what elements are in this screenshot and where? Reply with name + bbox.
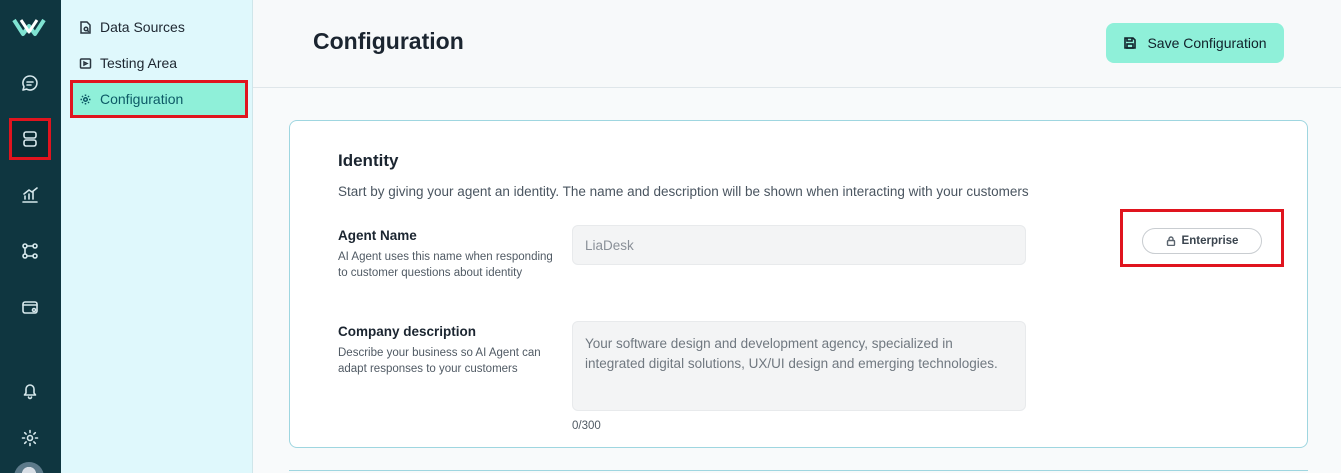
company-description-label: Company description: [338, 324, 477, 339]
badge-label: Enterprise: [1181, 235, 1239, 247]
bell-icon[interactable]: [12, 372, 48, 408]
sidebar-item-label: Configuration: [100, 91, 184, 107]
company-description-help: Describe your business so AI Agent can a…: [338, 347, 541, 375]
avatar[interactable]: [14, 462, 44, 473]
sub-sidebar: Data Sources Testing Area Configuration: [61, 0, 253, 473]
data-sources-icon: [80, 20, 91, 34]
lock-icon: [1166, 236, 1175, 246]
agent-name-label: Agent Name: [338, 228, 417, 243]
save-configuration-button[interactable]: Save Configuration: [1106, 23, 1284, 63]
enterprise-badge[interactable]: Enterprise: [1142, 228, 1262, 254]
section-title: Identity: [338, 151, 399, 170]
gear-icon[interactable]: [12, 420, 48, 456]
analytics-icon[interactable]: [12, 177, 48, 213]
wallet-icon[interactable]: [12, 289, 48, 325]
save-button-label: Save Configuration: [1147, 35, 1267, 51]
logo-icon[interactable]: [12, 12, 46, 42]
testing-area-icon: [79, 57, 92, 69]
company-description-textarea[interactable]: Your software design and development age…: [572, 321, 1026, 411]
sidebar-item-label: Testing Area: [100, 55, 178, 71]
database-icon[interactable]: [9, 118, 51, 160]
character-counter: 0/300: [572, 420, 601, 432]
sidebar-item-data-sources[interactable]: Data Sources: [73, 11, 245, 43]
agent-name-input[interactable]: [572, 225, 1026, 265]
agent-name-help: AI Agent uses this name when responding …: [338, 251, 553, 279]
save-icon: [1124, 37, 1137, 49]
gear-icon: [80, 94, 91, 104]
sidebar-item-label: Data Sources: [100, 19, 185, 35]
section-description: Start by giving your agent an identity. …: [338, 184, 1029, 199]
workflow-icon[interactable]: [12, 233, 48, 269]
sidebar-item-configuration[interactable]: Configuration: [70, 80, 248, 118]
highlight-frame: Enterprise: [1120, 209, 1284, 267]
identity-card: Identity Start by giving your agent an i…: [289, 120, 1308, 448]
chat-icon[interactable]: [12, 65, 48, 101]
page-title: Configuration: [313, 28, 464, 54]
sidebar-item-testing-area[interactable]: Testing Area: [73, 47, 245, 79]
page-header: Configuration Save Configuration: [253, 0, 1341, 88]
icon-rail: [0, 0, 61, 473]
